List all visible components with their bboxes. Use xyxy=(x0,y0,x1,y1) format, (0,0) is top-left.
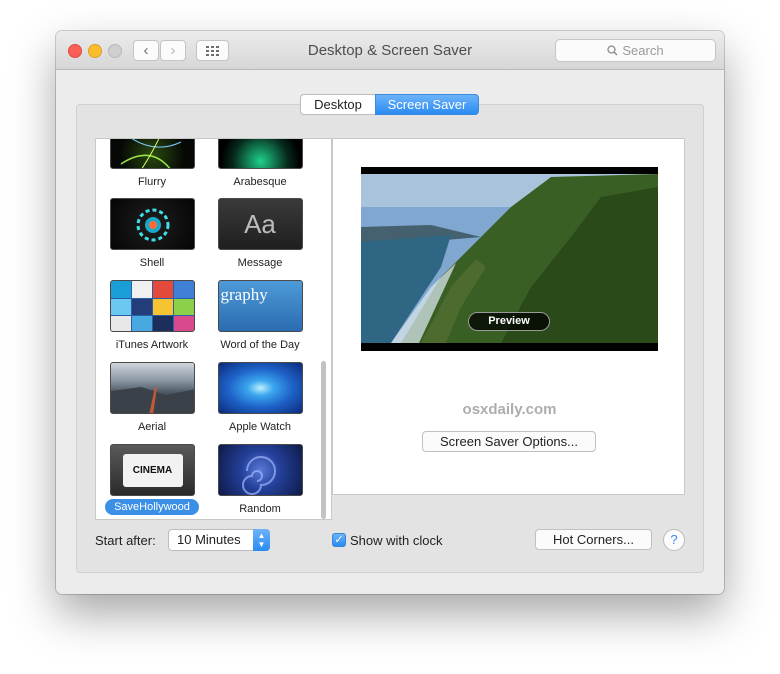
saver-savehollywood[interactable]: CINEMA SaveHollywood xyxy=(102,444,202,515)
screen-saver-list[interactable]: Flurry Arabesque Shell Aa Message iTunes… xyxy=(95,138,332,520)
watermark-text: osxdaily.com xyxy=(462,401,557,418)
arabesque-thumbnail xyxy=(217,139,303,169)
start-after-popup[interactable]: 10 Minutes ▲ ▼ xyxy=(168,529,270,551)
preview-screen: Preview xyxy=(361,167,658,351)
saver-message[interactable]: Aa Message xyxy=(210,198,310,271)
saver-label: Random xyxy=(239,503,281,515)
saver-word-of-the-day[interactable]: graphy Word of the Day xyxy=(210,280,310,353)
flurry-thumbnail xyxy=(109,139,195,169)
start-after-value: 10 Minutes xyxy=(177,532,241,547)
saver-label: Aerial xyxy=(137,421,167,433)
search-placeholder: Search xyxy=(622,43,664,58)
saver-label: Word of the Day xyxy=(220,339,300,351)
tab-bar: Desktop Screen Saver xyxy=(300,94,479,115)
saver-label: Shell xyxy=(139,257,165,269)
saver-flurry[interactable]: Flurry xyxy=(102,139,202,190)
tab-desktop[interactable]: Desktop xyxy=(300,94,375,115)
title-bar: ‹ › Desktop & Screen Saver Search xyxy=(56,31,724,70)
saver-label: Apple Watch xyxy=(229,421,291,433)
message-thumbnail: Aa xyxy=(217,198,303,250)
saver-aerial[interactable]: Aerial xyxy=(102,362,202,435)
saver-label: Arabesque xyxy=(233,176,287,188)
hot-corners-button[interactable]: Hot Corners... xyxy=(535,529,652,550)
word-of-the-day-thumbnail: graphy xyxy=(217,280,303,332)
saver-apple-watch[interactable]: Apple Watch xyxy=(210,362,310,435)
saver-label: Message xyxy=(237,257,283,269)
saver-label: iTunes Artwork xyxy=(115,339,189,351)
saver-shell[interactable]: Shell xyxy=(102,198,202,271)
saver-random[interactable]: Random xyxy=(210,444,310,517)
saver-itunes-artwork[interactable]: iTunes Artwork xyxy=(102,280,202,353)
start-after-label: Start after: xyxy=(95,533,156,548)
saver-label-selected: SaveHollywood xyxy=(105,499,199,515)
savehollywood-thumbnail: CINEMA xyxy=(109,444,195,496)
saver-arabesque[interactable]: Arabesque xyxy=(210,139,310,190)
cinema-ticket: CINEMA xyxy=(122,454,183,487)
search-icon xyxy=(607,45,618,56)
random-thumbnail xyxy=(217,444,303,496)
preview-button[interactable]: Preview xyxy=(468,312,550,331)
itunes-artwork-thumbnail xyxy=(109,280,195,332)
search-field[interactable]: Search xyxy=(555,39,716,62)
apple-watch-thumbnail xyxy=(217,362,303,414)
preview-area: Preview osxdaily.com Screen Saver Option… xyxy=(332,138,685,495)
screen-saver-options-button[interactable]: Screen Saver Options... xyxy=(422,431,596,452)
preferences-window: ‹ › Desktop & Screen Saver Search Deskto… xyxy=(56,31,724,594)
show-with-clock-checkbox[interactable]: ✓ xyxy=(332,533,346,547)
shell-thumbnail xyxy=(109,198,195,250)
help-button[interactable]: ? xyxy=(663,529,685,551)
tab-screen-saver[interactable]: Screen Saver xyxy=(375,94,479,115)
aerial-thumbnail xyxy=(109,362,195,414)
saver-label: Flurry xyxy=(137,176,167,188)
updown-arrows-icon: ▲ ▼ xyxy=(253,529,270,551)
show-with-clock-label: Show with clock xyxy=(350,533,443,548)
list-scrollbar[interactable] xyxy=(321,361,326,519)
